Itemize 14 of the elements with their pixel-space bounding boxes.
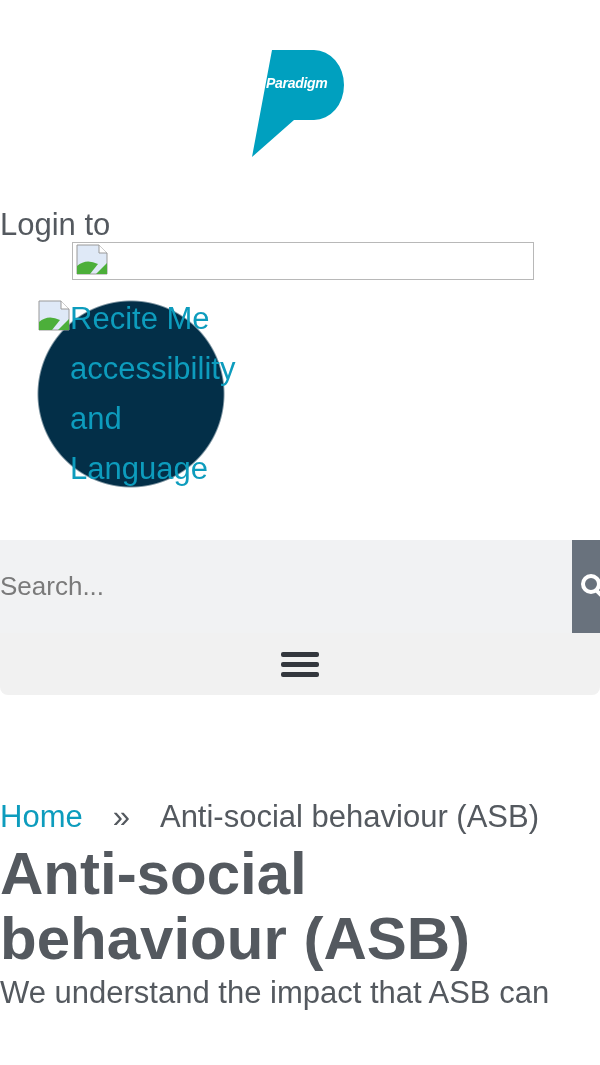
menu-icon <box>281 650 319 678</box>
page-heading: Anti-social behaviour (ASB) <box>0 841 472 971</box>
search-button[interactable] <box>572 540 600 633</box>
broken-image-icon <box>76 244 108 276</box>
intro-text: We understand the impact that ASB can <box>0 974 551 1012</box>
login-label: Login to <box>0 208 111 242</box>
menu-button[interactable] <box>281 650 319 678</box>
breadcrumb-separator: » <box>112 799 130 835</box>
logo-icon <box>252 50 344 157</box>
breadcrumb-current: Anti-social behaviour (ASB) <box>159 799 539 835</box>
broken-image-icon <box>38 300 70 332</box>
search-field[interactable]: Search... <box>0 540 572 633</box>
logo-text: Paradigm <box>266 75 328 91</box>
breadcrumb-link[interactable]: Home <box>0 799 83 835</box>
